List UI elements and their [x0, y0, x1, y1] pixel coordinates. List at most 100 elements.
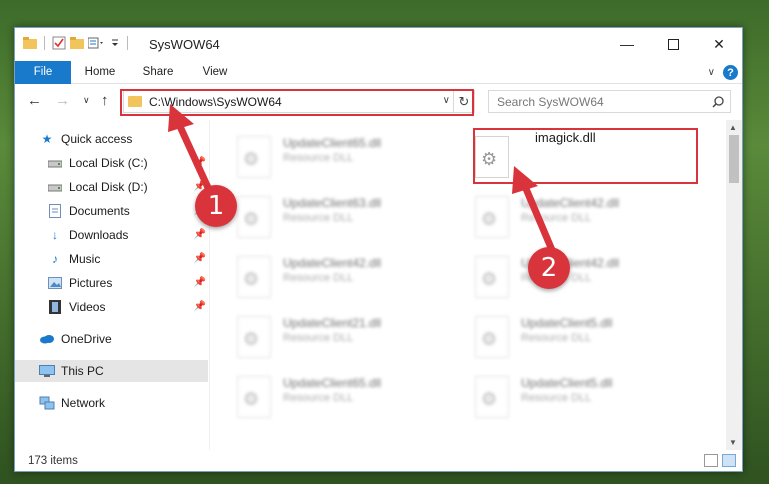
list-item[interactable]: ⚙ UpdateClient42.dll Resource DLL [211, 248, 436, 304]
drive-icon [47, 179, 63, 195]
minimize-icon: — [620, 36, 634, 52]
pin-icon[interactable]: 📌 [194, 157, 206, 168]
file-type: Resource DLL [283, 332, 354, 344]
file-name: UpdateClient42.dll [521, 196, 620, 210]
file-type: Resource DLL [283, 152, 354, 164]
sidebar-item-pictures[interactable]: Pictures 📌 [15, 272, 208, 294]
dll-file-icon: ⚙ [237, 196, 271, 238]
sidebar-item-local-disk-d[interactable]: Local Disk (D:) 📌 [15, 176, 208, 198]
pin-icon[interactable]: 📌 [194, 253, 206, 264]
file-type: Resource DLL [283, 272, 354, 284]
sidebar-item-videos[interactable]: Videos 📌 [15, 296, 208, 318]
vertical-scrollbar[interactable]: ▲ ▼ [726, 120, 742, 450]
sidebar-item-label: Local Disk (C:) [69, 156, 148, 170]
folder-icon[interactable] [23, 37, 37, 49]
customize-icon[interactable] [88, 37, 106, 49]
sidebar-item-label: Videos [69, 300, 106, 314]
dll-file-icon: ⚙ [237, 256, 271, 298]
help-icon[interactable]: ? [723, 65, 738, 80]
close-button[interactable]: ✕ [696, 28, 742, 60]
toolbar-divider [44, 36, 45, 50]
navigation-pane: ★ Quick access Local Disk (C:) 📌 Local D… [15, 120, 209, 450]
list-item[interactable]: ⚙ UpdateClient42.dll Resource DLL [449, 188, 674, 244]
file-list: ⚙ UpdateClient65.dll Resource DLL ⚙ Upda… [211, 120, 725, 450]
dll-file-icon: ⚙ [475, 316, 509, 358]
sidebar-item-onedrive[interactable]: OneDrive [15, 328, 208, 350]
sidebar-item-documents[interactable]: Documents 📌 [15, 200, 208, 222]
sidebar-item-local-disk-c[interactable]: Local Disk (C:) 📌 [15, 152, 208, 174]
star-icon: ★ [41, 132, 53, 146]
pin-icon[interactable]: 📌 [194, 301, 206, 312]
sidebar-item-label: Documents [69, 204, 130, 218]
pin-icon[interactable]: 📌 [194, 277, 206, 288]
forward-arrow-icon[interactable]: → [55, 92, 70, 109]
file-name: UpdateClient5.dll [521, 376, 613, 390]
ribbon-controls: ∨ ? [708, 65, 738, 80]
sidebar-item-label: Network [61, 396, 106, 410]
sidebar-item-quick-access[interactable]: ★ Quick access [15, 128, 208, 150]
minimize-button[interactable]: — [604, 28, 650, 60]
dll-file-icon: ⚙ [237, 136, 271, 178]
file-type: Resource DLL [283, 392, 354, 404]
sidebar-item-music[interactable]: ♪ Music 📌 [15, 248, 208, 270]
address-highlight-box [120, 89, 474, 116]
scrollbar-thumb[interactable] [729, 135, 739, 183]
drive-icon [47, 155, 63, 171]
scroll-down-icon[interactable]: ▼ [729, 438, 737, 447]
recent-locations-icon[interactable]: ∨ [83, 95, 90, 106]
list-item[interactable]: ⚙ UpdateClient5.dll Resource DLL [449, 308, 674, 364]
sidebar-item-downloads[interactable]: ↓ Downloads 📌 [15, 224, 208, 246]
step-badge-2: 2 [528, 247, 570, 289]
tab-file[interactable]: File [15, 61, 71, 84]
sidebar-item-label: Local Disk (D:) [69, 180, 148, 194]
search-icon[interactable] [712, 95, 724, 108]
step-badge-1: 1 [195, 185, 237, 227]
file-name: UpdateClient42.dll [283, 256, 382, 270]
sidebar-item-label: Music [69, 252, 101, 266]
list-item[interactable]: ⚙ UpdateClient21.dll Resource DLL [211, 308, 436, 364]
file-name: UpdateClient65.dll [283, 376, 382, 390]
computer-icon [39, 363, 55, 379]
pictures-icon [47, 275, 63, 291]
view-toggle [704, 454, 736, 467]
new-folder-icon[interactable] [70, 37, 84, 49]
title-bar: SysWOW64 — ✕ [15, 28, 742, 61]
properties-icon[interactable] [52, 36, 66, 50]
quick-access-toolbar [23, 36, 131, 50]
download-icon: ↓ [52, 228, 58, 242]
list-item[interactable]: ⚙ UpdateClient5.dll Resource DLL [449, 368, 674, 424]
music-icon: ♪ [52, 252, 58, 266]
list-item[interactable]: ⚙ UpdateClient65.dll Resource DLL [211, 128, 436, 184]
search-input[interactable]: Search SysWOW64 [488, 90, 731, 113]
cloud-icon [39, 331, 55, 347]
document-icon [47, 203, 63, 219]
list-item[interactable]: ⚙ UpdateClient63.dll Resource DLL [211, 188, 436, 244]
tab-share[interactable]: Share [137, 61, 179, 84]
tab-home[interactable]: Home [77, 61, 123, 84]
toolbar-divider [127, 36, 128, 50]
maximize-button[interactable] [650, 28, 696, 60]
sidebar-item-this-pc[interactable]: This PC [15, 360, 208, 382]
sidebar-item-network[interactable]: Network [15, 392, 208, 414]
dll-file-icon: ⚙ [237, 376, 271, 418]
dropdown-icon[interactable] [110, 38, 120, 48]
window-title: SysWOW64 [149, 37, 220, 52]
file-type: Resource DLL [283, 212, 354, 224]
dll-file-icon: ⚙ [475, 196, 509, 238]
dll-file-icon: ⚙ [475, 376, 509, 418]
details-view-icon[interactable] [704, 454, 718, 467]
maximize-icon [667, 38, 679, 50]
expand-ribbon-icon[interactable]: ∨ [708, 67, 715, 78]
list-item[interactable]: ⚙ UpdateClient65.dll Resource DLL [211, 368, 436, 424]
search-placeholder: Search SysWOW64 [497, 94, 604, 109]
sidebar-item-label: Downloads [69, 228, 129, 242]
close-icon: ✕ [713, 35, 725, 52]
tab-view[interactable]: View [197, 61, 233, 84]
large-icons-view-icon[interactable] [722, 454, 736, 467]
scroll-up-icon[interactable]: ▲ [729, 123, 737, 132]
pin-icon[interactable]: 📌 [194, 229, 206, 240]
dll-file-icon: ⚙ [475, 256, 509, 298]
pane-divider[interactable] [209, 120, 210, 450]
back-arrow-icon[interactable]: ← [27, 92, 42, 109]
up-arrow-icon[interactable]: ↑ [101, 92, 109, 109]
